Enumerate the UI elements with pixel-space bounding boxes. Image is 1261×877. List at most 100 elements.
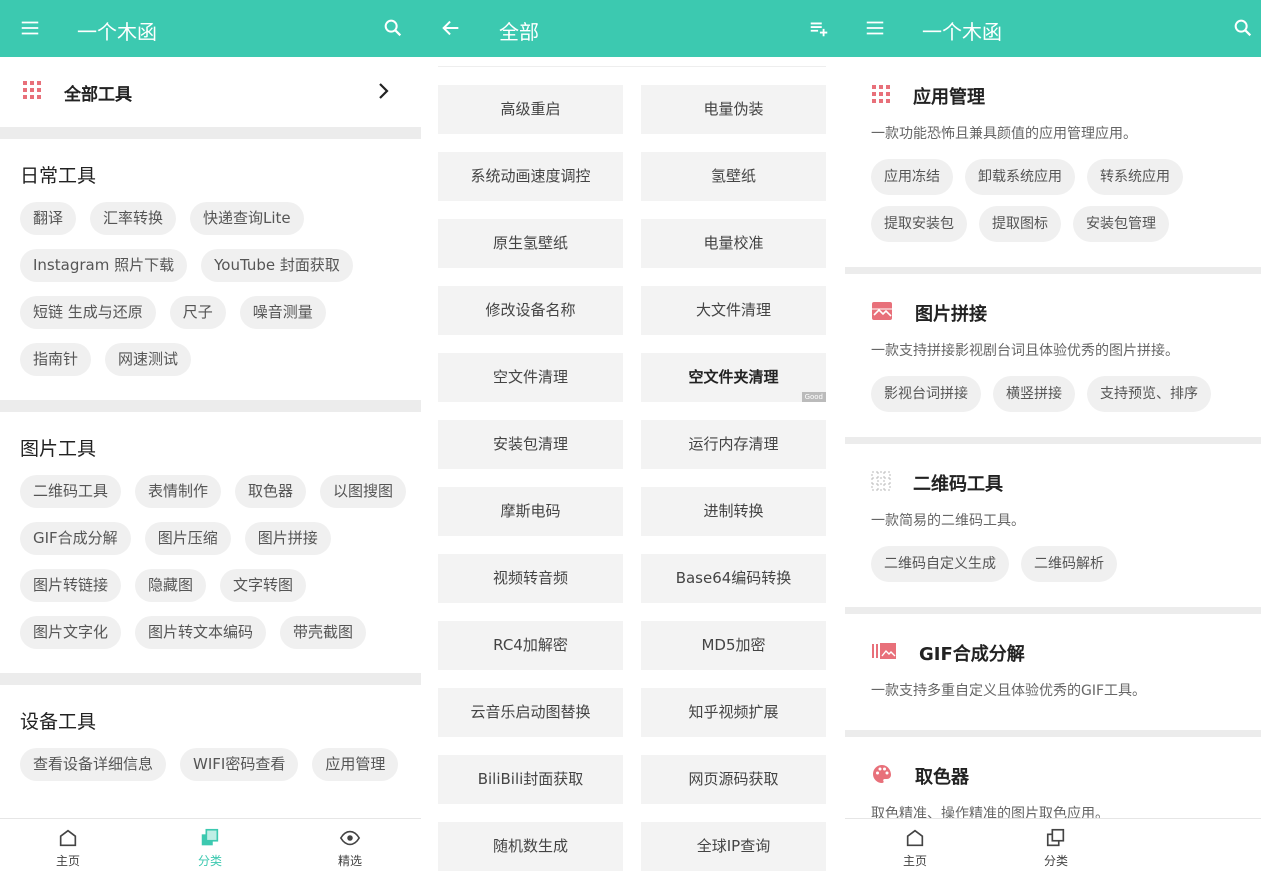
feature-chip[interactable]: 横竖拼接 [993, 376, 1075, 412]
feature-chip[interactable]: 二维码解析 [1021, 546, 1117, 582]
tool-tile[interactable]: 系统动画速度调控 [438, 152, 623, 201]
nav-home[interactable]: 主页 [885, 827, 945, 869]
tool-chip[interactable]: 应用管理 [312, 748, 399, 781]
tool-tile[interactable]: 原生氢壁纸 [438, 219, 623, 268]
tool-chip[interactable]: 以图搜图 [320, 475, 407, 508]
tool-grid-scroll[interactable]: 高级重启 电量伪装系统动画速度调控 氢壁纸 原生氢壁纸 电量校准 修改设备名称 大文件清理空… [421, 57, 845, 877]
back-arrow-icon[interactable] [437, 14, 465, 42]
tool-chip[interactable]: 带壳截图 [280, 616, 367, 649]
tool-tile[interactable]: 知乎视频扩展 [641, 688, 826, 737]
tool-tile[interactable]: MD5加密 [641, 621, 826, 670]
section-divider [0, 400, 421, 412]
tool-chip[interactable]: 图片文字化 [20, 616, 122, 649]
tool-tile-label: 大文件清理 [695, 301, 771, 319]
card-header: GIF合成分解 [871, 640, 1261, 666]
search-icon[interactable] [1229, 14, 1257, 42]
tool-chip[interactable]: 噪音测量 [239, 296, 326, 329]
search-icon[interactable] [379, 14, 407, 42]
feature-chip[interactable]: 安装包管理 [1073, 206, 1169, 242]
tool-chip[interactable]: GIF合成分解 [20, 522, 131, 555]
chip-group: 影视台词拼接 横竖拼接 支持预览、排序 [871, 376, 1261, 423]
card-header: 图片拼接 [871, 300, 1261, 326]
tool-chip[interactable]: 表情制作 [135, 475, 222, 508]
tool-tile-label: RC4加解密 [493, 636, 568, 654]
tool-chip[interactable]: 图片拼接 [244, 522, 331, 555]
tool-tile[interactable]: 电量校准 [641, 219, 826, 268]
tool-tile-label: 知乎视频扩展 [688, 703, 779, 721]
tool-tile[interactable]: 进制转换 [641, 487, 826, 536]
image-collage-icon [871, 301, 893, 325]
all-tools-row[interactable]: 全部工具 [0, 57, 421, 127]
feature-card[interactable]: 图片拼接 一款支持拼接影视剧台词且体验优秀的图片拼接。 影视台词拼接 横竖拼接 支持预览… [845, 274, 1261, 444]
tool-chip[interactable]: 尺子 [169, 296, 226, 329]
tool-chip[interactable]: 二维码工具 [20, 475, 122, 508]
menu-icon[interactable] [16, 14, 44, 42]
tool-tile[interactable]: 全球IP查询 [641, 822, 826, 871]
tool-chip[interactable]: Instagram 照片下载 [20, 249, 188, 282]
tool-tile[interactable]: Base64编码转换 [641, 554, 826, 603]
tool-chip[interactable]: 文字转图 [220, 569, 307, 602]
chip-group: 翻译 汇率转换 快递查询Lite Instagram 照片下载 YouTube 封面获取… [20, 202, 421, 390]
nav-home[interactable]: 主页 [38, 827, 98, 869]
feature-card[interactable]: 取色器 取色精准、操作精准的图片取色应用。 [845, 737, 1261, 818]
tool-chip[interactable]: 取色器 [235, 475, 307, 508]
tool-tile[interactable]: 空文件夹清理 Good [641, 353, 826, 402]
feature-chip[interactable]: 提取图标 [979, 206, 1061, 242]
playlist-add-icon[interactable] [805, 14, 833, 42]
home-content[interactable]: 全部工具 日常工具 翻译 汇率转换 快递查询Lite Instagram 照片下载 Yo… [0, 57, 421, 818]
tool-tile[interactable]: 网页源码获取 [641, 755, 826, 804]
feature-chip[interactable]: 转系统应用 [1087, 159, 1183, 195]
tool-chip[interactable]: 汇率转换 [90, 202, 177, 235]
tool-tile[interactable]: 运行内存清理 [641, 420, 826, 469]
card-description: 一款简易的二维码工具。 [871, 513, 1025, 529]
nav-category[interactable]: 分类 [180, 827, 240, 869]
tool-tile[interactable]: 高级重启 [438, 85, 623, 134]
tool-chip[interactable]: 图片压缩 [144, 522, 231, 555]
tool-tile[interactable]: 空文件清理 [438, 353, 623, 402]
tool-tile[interactable]: 摩斯电码 [438, 487, 623, 536]
tool-chip[interactable]: YouTube 封面获取 [201, 249, 353, 282]
tool-tile-label: 系统动画速度调控 [470, 167, 591, 185]
card-title: 图片拼接 [915, 304, 987, 325]
grid-top-edge [438, 57, 826, 67]
nav-featured[interactable]: 精选 [320, 827, 380, 869]
feature-card[interactable]: 二维码工具 一款简易的二维码工具。 二维码自定义生成 二维码解析 [845, 444, 1261, 614]
tool-tile[interactable]: BiliBili封面获取 [438, 755, 623, 804]
tool-chip[interactable]: 图片转文本编码 [135, 616, 267, 649]
tool-tile[interactable]: 氢壁纸 [641, 152, 826, 201]
tool-tile[interactable]: RC4加解密 [438, 621, 623, 670]
chip-group: 二维码自定义生成 二维码解析 [871, 546, 1261, 593]
feature-card[interactable]: 应用管理 一款功能恐怖且兼具颜值的应用管理应用。 应用冻结 卸载系统应用 转系统应用 提取… [845, 57, 1261, 274]
tool-chip[interactable]: 隐藏图 [135, 569, 207, 602]
tool-tile[interactable]: 大文件清理 [641, 286, 826, 335]
feature-chip[interactable]: 应用冻结 [871, 159, 953, 195]
gif-frames-icon [871, 641, 897, 665]
tool-tile[interactable]: 修改设备名称 [438, 286, 623, 335]
nav-category[interactable]: 分类 [1026, 827, 1086, 869]
feature-chip[interactable]: 卸载系统应用 [965, 159, 1075, 195]
tool-chip[interactable]: 翻译 [20, 202, 77, 235]
tool-chip[interactable]: 快递查询Lite [190, 202, 304, 235]
section-title: 日常工具 [20, 165, 97, 187]
feature-chip[interactable]: 影视台词拼接 [871, 376, 981, 412]
feature-chip[interactable]: 支持预览、排序 [1087, 376, 1211, 412]
feature-card[interactable]: GIF合成分解 一款支持多重自定义且体验优秀的GIF工具。 [845, 614, 1261, 737]
tool-chip[interactable]: 图片转链接 [20, 569, 122, 602]
tool-tile[interactable]: 随机数生成 [438, 822, 623, 871]
tool-chip[interactable]: 指南针 [20, 343, 92, 376]
featured-cards[interactable]: 应用管理 一款功能恐怖且兼具颜值的应用管理应用。 应用冻结 卸载系统应用 转系统应用 提取… [845, 57, 1261, 818]
tool-tile[interactable]: 安装包清理 [438, 420, 623, 469]
tool-tile[interactable]: 视频转音频 [438, 554, 623, 603]
feature-chip[interactable]: 提取安装包 [871, 206, 967, 242]
tool-chip[interactable]: 短链 生成与还原 [20, 296, 156, 329]
tool-tile[interactable]: 云音乐启动图替换 [438, 688, 623, 737]
tool-chip[interactable]: 网速测试 [105, 343, 192, 376]
tool-tile-label: 视频转音频 [492, 569, 568, 587]
tool-chip[interactable]: WIFI密码查看 [180, 748, 299, 781]
tool-tile[interactable]: 电量伪装 [641, 85, 826, 134]
tool-chip[interactable]: 查看设备详细信息 [20, 748, 167, 781]
menu-icon[interactable] [861, 14, 889, 42]
card-title: 应用管理 [913, 87, 985, 108]
eye-icon [339, 830, 361, 846]
feature-chip[interactable]: 二维码自定义生成 [871, 546, 1009, 582]
